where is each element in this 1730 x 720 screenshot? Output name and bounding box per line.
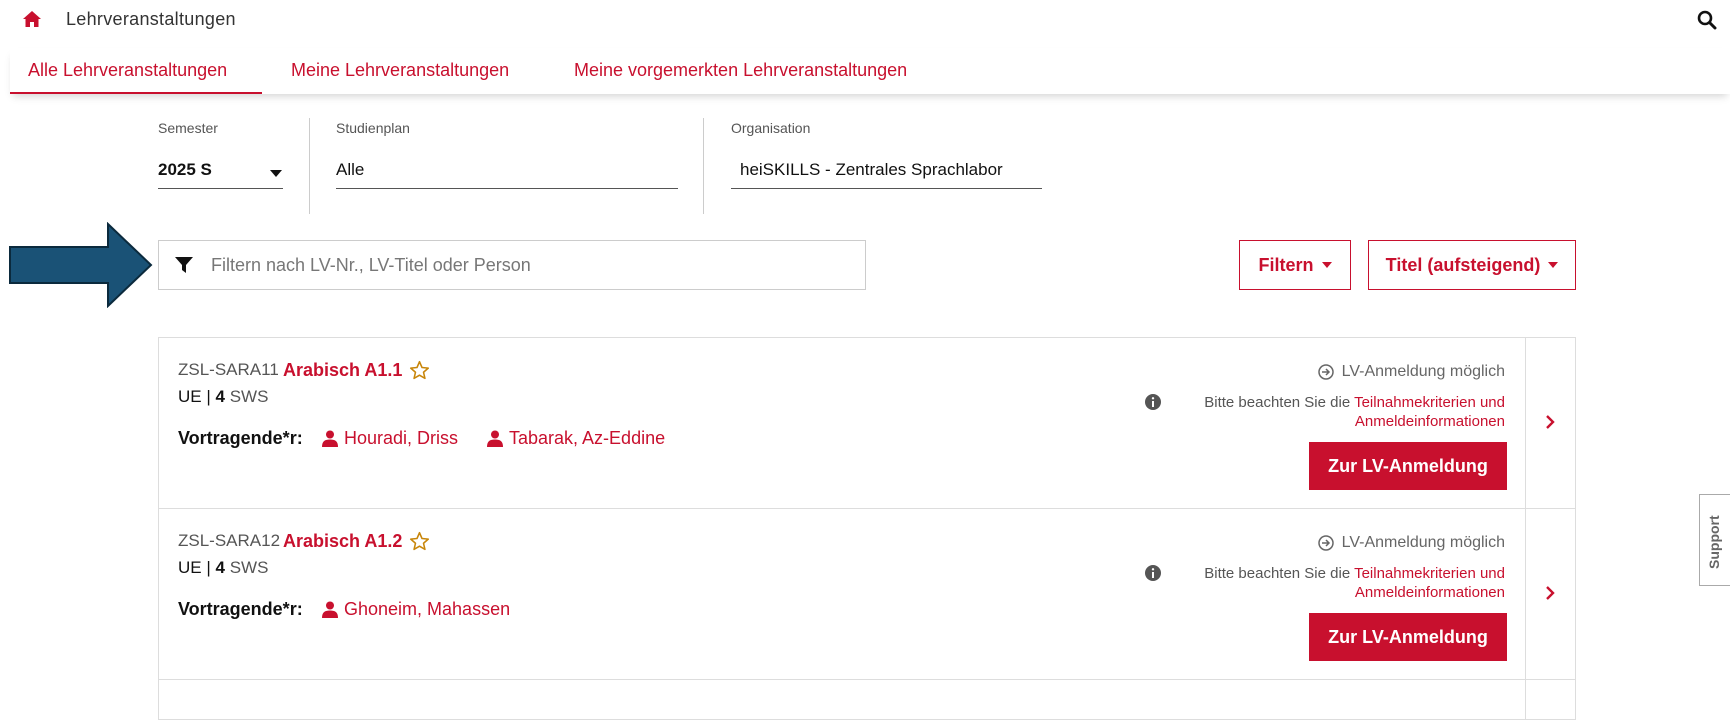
course-title-link[interactable]: Arabisch A1.1 [283,360,402,381]
lecturer-name: Tabarak, Az-Eddine [509,428,666,448]
registration-status: LV-Anmeldung möglich [1317,534,1505,552]
search-icon[interactable] [1697,10,1717,30]
lecturer-link[interactable]: Tabarak, Az-Eddine [487,428,665,449]
filter-icon [175,256,193,274]
course-type-value: UE [178,387,202,406]
register-button[interactable]: Zur LV-Anmeldung [1309,442,1507,490]
lecturer-name: Houradi, Driss [344,428,459,448]
course-type: UE | 4 SWS [178,558,269,577]
sort-button[interactable]: Titel (aufsteigend) [1368,240,1576,290]
tab-all-courses[interactable]: Alle Lehrveranstaltungen [28,60,227,81]
sws-value: 4 [215,387,225,406]
semester-label: Semester [158,120,218,136]
info-text: Bitte beachten Sie die [1204,394,1355,411]
sws-value: 4 [215,558,225,577]
registration-status-text: LV-Anmeldung möglich [1341,363,1505,380]
sws-unit: SWS [229,558,269,577]
studienplan-underline [336,188,678,189]
filter-button-label: Filtern [1258,254,1314,275]
chevron-down-icon[interactable] [270,170,282,178]
course-title-link[interactable]: Arabisch A1.2 [283,531,402,552]
course-code: ZSL-SARA11 [178,360,279,379]
caret-down-icon [1321,262,1332,268]
info-text: Bitte beachten Sie die [1204,565,1355,582]
semester-select[interactable]: 2025 S [158,160,212,180]
lecturer-name: Ghoneim, Mahassen [344,599,511,619]
top-bar: Lehrveranstaltungen [0,0,1730,40]
divider [703,118,704,214]
arrow-right-icon [8,222,154,308]
tab-bar: Alle Lehrveranstaltungen Meine Lehrveran… [10,48,1730,94]
course-card-main: ZSL-SARA12 Arabisch A1.2 UE | 4 SWS Vort… [159,509,1526,679]
organisation-label: Organisation [731,120,811,136]
filter-button[interactable]: Filtern [1239,240,1351,290]
tab-my-courses[interactable]: Meine Lehrveranstaltungen [291,60,509,81]
course-card [158,680,1576,720]
filter-field[interactable] [158,240,866,290]
info-icon [1145,394,1161,410]
sort-button-label: Titel (aufsteigend) [1385,254,1541,275]
tab-marked-courses[interactable]: Meine vorgemerkten Lehrveranstaltungen [574,60,907,81]
lecturer-link[interactable]: Ghoneim, Mahassen [322,599,510,620]
support-tab[interactable]: Support [1699,494,1730,586]
course-card: ZSL-SARA11 Arabisch A1.1 UE | 4 SWS Vort… [158,338,1576,509]
criteria-link[interactable]: Teilnahmekriterien und Anmeldeinformatio… [1354,394,1505,430]
studienplan-label: Studienplan [336,120,410,136]
sws-unit: SWS [229,387,269,406]
lecturers-label: Vortragende*r: [178,428,303,448]
active-tab-indicator [10,92,262,94]
registration-status: LV-Anmeldung möglich [1317,363,1505,381]
circle-arrow-icon [1317,535,1334,551]
lecturer-link[interactable]: Houradi, Driss [322,428,458,449]
info-note: Bitte beachten Sie die Teilnahmekriterie… [1145,393,1505,431]
person-icon [322,430,338,447]
course-type: UE | 4 SWS [178,387,269,406]
course-card-main: ZSL-SARA11 Arabisch A1.1 UE | 4 SWS Vort… [159,338,1526,508]
home-icon[interactable] [22,10,42,28]
course-card: ZSL-SARA12 Arabisch A1.2 UE | 4 SWS Vort… [158,509,1576,680]
criteria-link[interactable]: Teilnahmekriterien und Anmeldeinformatio… [1354,565,1505,601]
lecturers-label: Vortragende*r: [178,599,303,619]
person-icon [487,430,503,447]
course-code: ZSL-SARA12 [178,531,281,550]
course-card-main [159,680,1526,720]
star-icon[interactable] [409,531,430,552]
support-label: Support [1706,515,1722,569]
person-icon [322,601,338,618]
filter-input[interactable] [209,242,853,288]
circle-arrow-icon [1317,364,1334,380]
info-icon [1145,565,1161,581]
star-icon[interactable] [409,360,430,381]
studienplan-select[interactable]: Alle [336,160,364,180]
organisation-underline [731,188,1042,189]
organisation-select[interactable]: heiSKILLS - Zentrales Sprachlabor [740,160,1003,180]
caret-down-icon [1548,262,1559,268]
chevron-right-icon[interactable] [1543,585,1557,601]
course-type-value: UE [178,558,202,577]
semester-underline [158,188,283,189]
info-note: Bitte beachten Sie die Teilnahmekriterie… [1145,564,1505,602]
page-title: Lehrveranstaltungen [66,9,236,29]
registration-status-text: LV-Anmeldung möglich [1341,534,1505,551]
chevron-right-icon[interactable] [1543,414,1557,430]
course-list: ZSL-SARA11 Arabisch A1.1 UE | 4 SWS Vort… [158,337,1576,720]
divider [309,118,310,214]
register-button[interactable]: Zur LV-Anmeldung [1309,613,1507,661]
